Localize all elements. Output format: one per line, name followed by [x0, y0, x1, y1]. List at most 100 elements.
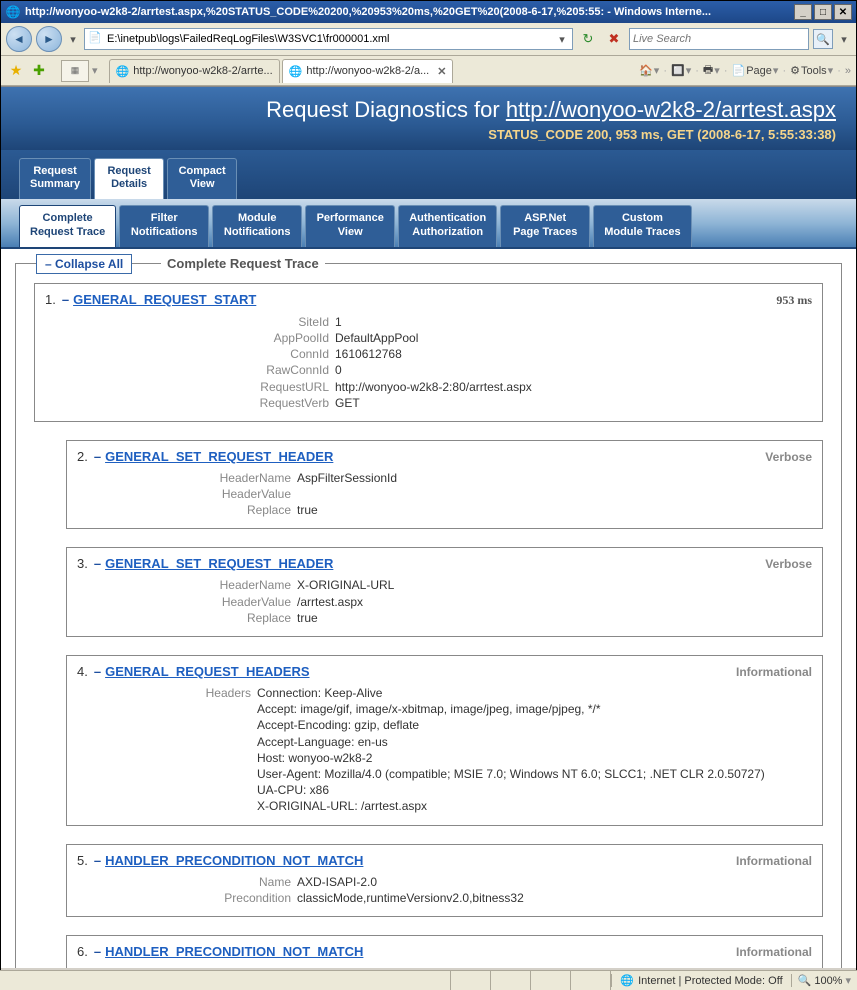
- kv-val: true: [297, 610, 318, 626]
- event-number: 5.: [77, 853, 88, 868]
- event-toggle[interactable]: –: [94, 556, 101, 571]
- event-time: 953 ms: [776, 293, 812, 308]
- event-name-link[interactable]: GENERAL_SET_REQUEST_HEADER: [105, 556, 333, 571]
- subtab-auth[interactable]: Authentication Authorization: [398, 205, 497, 246]
- window-titlebar: 🌐 http://wonyoo-w2k8-2/arrtest.aspx,%20S…: [1, 1, 856, 23]
- main-tab-row: Request Summary Request Details Compact …: [1, 150, 856, 199]
- trace-event: 5. – HANDLER_PRECONDITION_NOT_MATCH Info…: [66, 844, 823, 917]
- tabs-toolbar: ★ ✚ ▦ ▾ 🌐 http://wonyoo-w2k8-2/arrte... …: [1, 56, 856, 86]
- kv-key: RequestURL: [245, 379, 335, 395]
- kv-key: Precondition: [197, 890, 297, 906]
- diagnostics-url-link[interactable]: http://wonyoo-w2k8-2/arrtest.aspx: [506, 97, 836, 122]
- kv-key: ConnId: [245, 346, 335, 362]
- home-button[interactable]: 🏠▾: [639, 64, 659, 77]
- collapse-all-button[interactable]: – Collapse All: [36, 254, 132, 274]
- subtab-performance-view[interactable]: Performance View: [305, 205, 395, 246]
- zoom-dropdown[interactable]: ▾: [845, 974, 851, 987]
- kv-key: Headers: [187, 685, 257, 815]
- subtab-module-notifications[interactable]: Module Notifications: [212, 205, 302, 246]
- toolbar-overflow[interactable]: »: [845, 65, 851, 77]
- trace-event: 6. – HANDLER_PRECONDITION_NOT_MATCH Info…: [66, 935, 823, 968]
- search-input[interactable]: [633, 33, 805, 45]
- zoom-control[interactable]: 🔍 100% ▾: [792, 974, 857, 987]
- kv-val: AspFilterSessionId: [297, 470, 397, 486]
- tab-label: http://wonyoo-w2k8-2/arrte...: [133, 65, 272, 77]
- search-button[interactable]: 🔍: [813, 29, 833, 49]
- event-level: Verbose: [765, 450, 812, 464]
- event-number: 3.: [77, 556, 88, 571]
- address-bar[interactable]: 📄 ▾: [84, 28, 573, 50]
- quick-tabs-button[interactable]: ▦: [61, 60, 89, 82]
- subtab-aspnet-traces[interactable]: ASP.Net Page Traces: [500, 205, 590, 246]
- page-menu[interactable]: 📄 Page ▾: [732, 64, 779, 77]
- event-toggle[interactable]: –: [94, 853, 101, 868]
- kv-key: AppPoolId: [245, 330, 335, 346]
- event-name-link[interactable]: GENERAL_REQUEST_START: [73, 292, 256, 307]
- refresh-button[interactable]: ↻: [577, 28, 599, 50]
- kv-val: X-ORIGINAL-URL: [297, 577, 394, 593]
- event-name-link[interactable]: GENERAL_REQUEST_HEADERS: [105, 664, 309, 679]
- ie-page-icon: 🌐: [289, 65, 303, 78]
- favorites-icon[interactable]: ★: [6, 61, 26, 81]
- minimize-button[interactable]: _: [794, 4, 812, 20]
- nav-toolbar: ◄ ► ▾ 📄 ▾ ↻ ✖ 🔍 ▾: [1, 23, 856, 56]
- search-provider-dropdown[interactable]: ▾: [837, 33, 851, 46]
- collapse-all-label: Collapse All: [55, 257, 123, 271]
- nav-history-dropdown[interactable]: ▾: [66, 33, 80, 46]
- security-zone[interactable]: 🌐 Internet | Protected Mode: Off: [611, 974, 791, 987]
- kv-key: Replace: [197, 610, 297, 626]
- event-level: Informational: [736, 665, 812, 679]
- event-name-link[interactable]: HANDLER_PRECONDITION_NOT_MATCH: [105, 944, 363, 959]
- close-button[interactable]: ✕: [834, 4, 852, 20]
- kv-key: HeaderName: [197, 470, 297, 486]
- ie-page-icon: 🌐: [116, 65, 130, 78]
- kv-val: DefaultAppPool: [335, 330, 418, 346]
- event-number: 1.: [45, 292, 56, 307]
- event-number: 6.: [77, 944, 88, 959]
- event-number: 2.: [77, 449, 88, 464]
- browser-tab-1[interactable]: 🌐 http://wonyoo-w2k8-2/arrte...: [109, 59, 280, 83]
- add-favorites-icon[interactable]: ✚: [29, 61, 49, 81]
- subtab-custom-traces[interactable]: Custom Module Traces: [593, 205, 691, 246]
- ie-icon: 🌐: [5, 4, 21, 20]
- event-name-link[interactable]: GENERAL_SET_REQUEST_HEADER: [105, 449, 333, 464]
- kv-val: AXD-ISAPI-2.0: [297, 874, 377, 890]
- kv-key: HeaderValue: [197, 594, 297, 610]
- feeds-button[interactable]: 🔲▾: [671, 64, 691, 77]
- kv-val: 0: [335, 362, 342, 378]
- tab-close-icon[interactable]: ✕: [437, 65, 446, 78]
- search-box[interactable]: [629, 28, 809, 50]
- tab-request-details[interactable]: Request Details: [94, 158, 164, 199]
- maximize-button[interactable]: □: [814, 4, 832, 20]
- event-level: Informational: [736, 945, 812, 959]
- event-number: 4.: [77, 664, 88, 679]
- subtab-complete-trace[interactable]: Complete Request Trace: [19, 205, 116, 246]
- tools-menu[interactable]: ⚙ Tools ▾: [790, 64, 833, 77]
- diagnostics-subtitle: STATUS_CODE 200, 953 ms, GET (2008-6-17,…: [21, 127, 836, 142]
- internet-zone-icon: 🌐: [620, 974, 634, 987]
- event-toggle[interactable]: –: [94, 449, 101, 464]
- tab-compact-view[interactable]: Compact View: [167, 158, 237, 199]
- event-toggle[interactable]: –: [94, 944, 101, 959]
- kv-val: 1610612768: [335, 346, 402, 362]
- stop-button[interactable]: ✖: [603, 28, 625, 50]
- kv-val: http://wonyoo-w2k8-2:80/arrtest.aspx: [335, 379, 532, 395]
- trace-event: 4. – GENERAL_REQUEST_HEADERS Information…: [66, 655, 823, 826]
- page-icon: 📄: [88, 31, 104, 47]
- forward-button[interactable]: ►: [36, 26, 62, 52]
- quick-tabs-dropdown[interactable]: ▾: [92, 64, 98, 77]
- diagnostics-header: Request Diagnostics for http://wonyoo-w2…: [1, 87, 856, 150]
- back-button[interactable]: ◄: [6, 26, 32, 52]
- trace-event: 3. – GENERAL_SET_REQUEST_HEADER Verbose …: [66, 547, 823, 637]
- event-level: Verbose: [765, 557, 812, 571]
- browser-tab-2[interactable]: 🌐 http://wonyoo-w2k8-2/a... ✕: [282, 59, 454, 83]
- print-button[interactable]: 🖶▾: [703, 61, 720, 80]
- address-input[interactable]: [107, 33, 555, 45]
- tab-request-summary[interactable]: Request Summary: [19, 158, 91, 199]
- subtab-filter-notifications[interactable]: Filter Notifications: [119, 205, 209, 246]
- event-name-link[interactable]: HANDLER_PRECONDITION_NOT_MATCH: [105, 853, 363, 868]
- zoom-icon: 🔍: [798, 974, 812, 987]
- event-toggle[interactable]: –: [62, 292, 69, 307]
- event-toggle[interactable]: –: [94, 664, 101, 679]
- address-dropdown[interactable]: ▾: [555, 33, 569, 46]
